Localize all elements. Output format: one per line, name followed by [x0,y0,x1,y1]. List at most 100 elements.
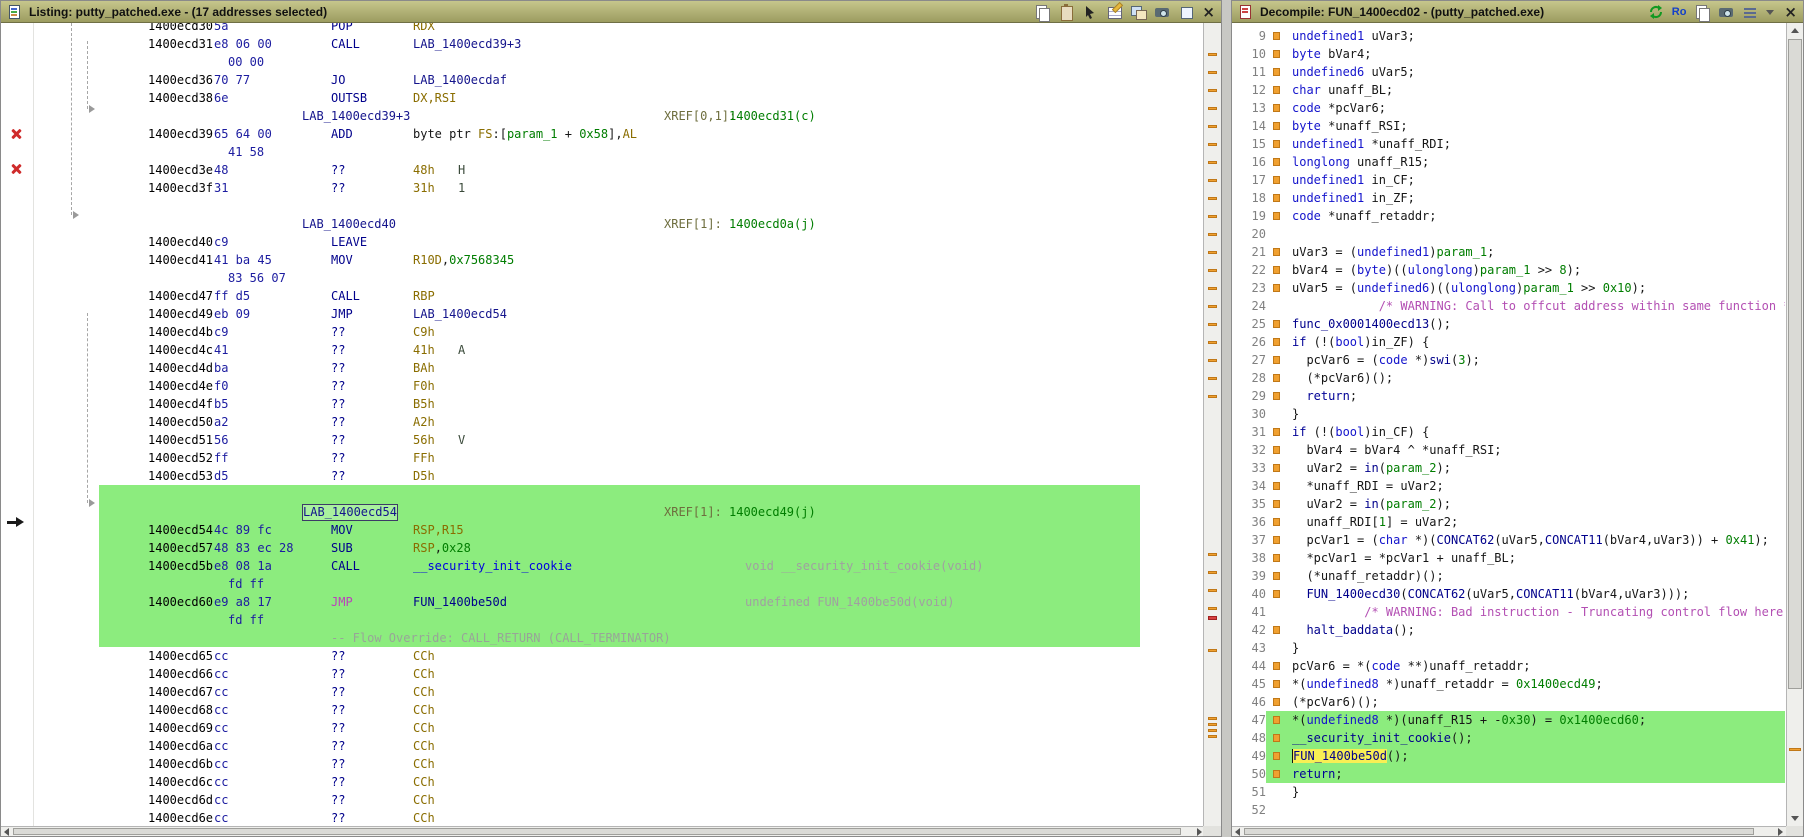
decompiler-line[interactable]: 16 longlong unaff_R15; [1232,153,1785,171]
decompiler-line[interactable]: 15 undefined1 *unaff_RDI; [1232,135,1785,153]
listing-row[interactable]: 1400ecd30 5a POP RDX [1,23,1205,35]
listing-row[interactable]: 1400ecd38 6e OUTSB DX,RSI [1,89,1205,107]
listing-row[interactable]: 83 56 07 [1,269,1205,287]
overview-mark[interactable] [1208,649,1217,652]
decompiler-line[interactable]: 19 code *unaff_retaddr; [1232,207,1785,225]
listing-row[interactable]: 1400ecd4c 41?? 41h A [1,341,1205,359]
overview-error-mark[interactable] [1208,616,1217,620]
decompiler-vscrollbar[interactable] [1786,23,1803,826]
decompiler-line[interactable]: 37 pcVar1 = (char *)(CONCAT62(uVar5,CONC… [1232,531,1785,549]
overview-mark[interactable] [1208,589,1217,592]
listing-row[interactable]: 1400ecd3f 31?? 31h 1 [1,179,1205,197]
listing-row[interactable]: 1400ecd52 ff?? FFh [1,449,1205,467]
decompiler-line[interactable]: 14 byte *unaff_RSI; [1232,117,1785,135]
decompiler-line[interactable]: 44 pcVar6 = *(code **)unaff_retaddr; [1232,657,1785,675]
paste-icon[interactable] [1058,3,1074,21]
decompiler-line[interactable]: 29 return; [1232,387,1785,405]
copy-icon[interactable] [1034,4,1051,22]
decompiler-line[interactable]: 41 /* WARNING: Bad instruction - Truncat… [1232,603,1785,621]
overview-mark[interactable] [1208,305,1217,308]
overview-mark[interactable] [1208,723,1217,726]
decompiler-line[interactable]: 31 if (!(bool)in_CF) { [1232,423,1785,441]
overview-mark[interactable] [1208,125,1217,128]
listing-row[interactable]: 1400ecd40 c9 LEAVE [1,233,1205,251]
decompiler-line[interactable]: 36 unaff_RDI[1] = uVar2; [1232,513,1785,531]
overview-mark[interactable] [1208,197,1217,200]
overview-mark[interactable] [1208,71,1217,74]
overview-mark[interactable] [1208,735,1217,738]
overview-mark[interactable] [1208,107,1217,110]
listing-row[interactable]: LAB_1400ecd54 XREF[1]: 1400ecd49(j) [1,503,1205,521]
overview-mark[interactable] [1208,717,1217,720]
decompiler-line[interactable]: 13 code *pcVar6; [1232,99,1785,117]
listing-row[interactable]: 1400ecd6a cc?? CCh [1,737,1205,755]
overview-mark[interactable] [1208,179,1217,182]
overview-mark[interactable] [1208,287,1217,290]
menu-icon[interactable] [1742,4,1758,20]
listing-row[interactable]: 1400ecd51 56?? 56h V [1,431,1205,449]
listing-row[interactable]: 1400ecd6d cc?? CCh [1,791,1205,809]
close-icon[interactable]: × [1784,4,1797,20]
readonly-badge[interactable]: Ro [1672,6,1687,18]
decompiler-line[interactable]: 51} [1232,783,1785,801]
listing-row[interactable]: 1400ecd36 70 77 JO LAB_1400ecdaf [1,71,1205,89]
listing-row[interactable]: 1400ecd6e cc?? CCh [1,809,1205,826]
listing-row[interactable]: 1400ecd49 eb 09 JMP LAB_1400ecd54 [1,305,1205,323]
decompiler-line[interactable]: 17 undefined1 in_CF; [1232,171,1785,189]
overview-mark[interactable] [1208,377,1217,380]
overview-mark[interactable] [1208,359,1217,362]
listing-row[interactable]: 1400ecd68 cc?? CCh [1,701,1205,719]
overview-mark[interactable] [1208,143,1217,146]
decompiler-line[interactable]: 49 FUN_1400be50d(); [1232,747,1785,765]
decompiler-line[interactable]: 25 func_0x0001400ecd13(); [1232,315,1785,333]
overview-mark[interactable] [1208,341,1217,344]
listing-row[interactable]: 00 00 [1,53,1205,71]
listing-row[interactable]: 1400ecd54 4c 89 fc MOV RSP,R15 [1,521,1205,539]
decompiler-line[interactable]: 10 byte bVar4; [1232,45,1785,63]
decompiler-line[interactable]: 32 bVar4 = bVar4 ^ *unaff_RSI; [1232,441,1785,459]
listing-row[interactable]: 1400ecd60 e9 a8 17 JMP FUN_1400be50d undefin… [1,593,1205,611]
decompiler-line[interactable]: 21 uVar3 = (undefined1)param_1; [1232,243,1785,261]
decompiler-line[interactable]: 50 return; [1232,765,1785,783]
decompiler-line[interactable]: 28 (*pcVar6)(); [1232,369,1785,387]
decompiler-line[interactable]: 40 FUN_1400ecd30(CONCAT62(uVar5,CONCAT11… [1232,585,1785,603]
decompiler-hscrollbar[interactable] [1232,826,1786,836]
listing-row[interactable]: 1400ecd3e 48?? 48h H [1,161,1205,179]
cursor-icon[interactable] [1082,4,1098,20]
listing-row[interactable]: -- Flow Override: CALL_RETURN (CALL_TERM… [1,629,1205,647]
decompiler-line[interactable]: 34 *unaff_RDI = uVar2; [1232,477,1785,495]
listing-overview-margin[interactable] [1203,23,1221,826]
decompiler-line[interactable]: 22 bVar4 = (byte)((ulonglong)param_1 >> 8… [1232,261,1785,279]
listing-row[interactable]: 1400ecd65 cc?? CCh [1,647,1205,665]
refresh-icon[interactable] [1648,4,1664,20]
decompiler-line[interactable]: 38 *pcVar1 = *pcVar1 + unaff_BL; [1232,549,1785,567]
overview-mark[interactable] [1208,729,1217,732]
snapshot-icon[interactable] [1178,4,1194,20]
listing-row[interactable]: 1400ecd4e f0?? F0h [1,377,1205,395]
listing-row[interactable]: 1400ecd67 cc?? CCh [1,683,1205,701]
close-icon[interactable]: × [1202,4,1215,20]
decompiler-line[interactable]: 47 *(undefined8 *)(unaff_R15 + -0x30) = 0… [1232,711,1785,729]
diff-icon[interactable] [1130,4,1148,20]
listing-row[interactable]: 1400ecd39 65 64 00 ADD byte ptr FS:[param_1… [1,125,1205,143]
listing-header[interactable]: Listing: putty_patched.exe - (17 address… [1,1,1221,23]
listing-body[interactable]: 1400ecd30 5a POP RDX 1400ecd31 e8 06 00 CALL LA… [1,23,1221,826]
decompiler-line[interactable]: 45 *(undefined8 *)unaff_retaddr = 0x1400e… [1232,675,1785,693]
listing-row[interactable]: fd ff [1,575,1205,593]
decompiler-header[interactable]: Decompile: FUN_1400ecd02 - (putty_patche… [1232,1,1803,23]
decompiler-line[interactable]: 11 undefined6 uVar5; [1232,63,1785,81]
listing-row[interactable]: 1400ecd31 e8 06 00 CALL LAB_1400ecd39+3 [1,35,1205,53]
decompiler-line[interactable]: 48 __security_init_cookie(); [1232,729,1785,747]
listing-row[interactable]: 41 58 [1,143,1205,161]
decompiler-line[interactable]: 18 undefined1 in_ZF; [1232,189,1785,207]
decompiler-line[interactable]: 26 if (!(bool)in_ZF) { [1232,333,1785,351]
listing-hscrollbar[interactable] [1,826,1205,836]
panel-splitter[interactable] [1222,0,1231,837]
decompiler-line[interactable]: 39 (*unaff_retaddr)(); [1232,567,1785,585]
listing-row[interactable]: fd ff [1,611,1205,629]
decompiler-line[interactable]: 30} [1232,405,1785,423]
decompiler-line[interactable]: 9 undefined1 uVar3; [1232,27,1785,45]
listing-row[interactable] [1,485,1205,503]
overview-mark[interactable] [1208,161,1217,164]
listing-row[interactable]: 1400ecd4b c9?? C9h [1,323,1205,341]
